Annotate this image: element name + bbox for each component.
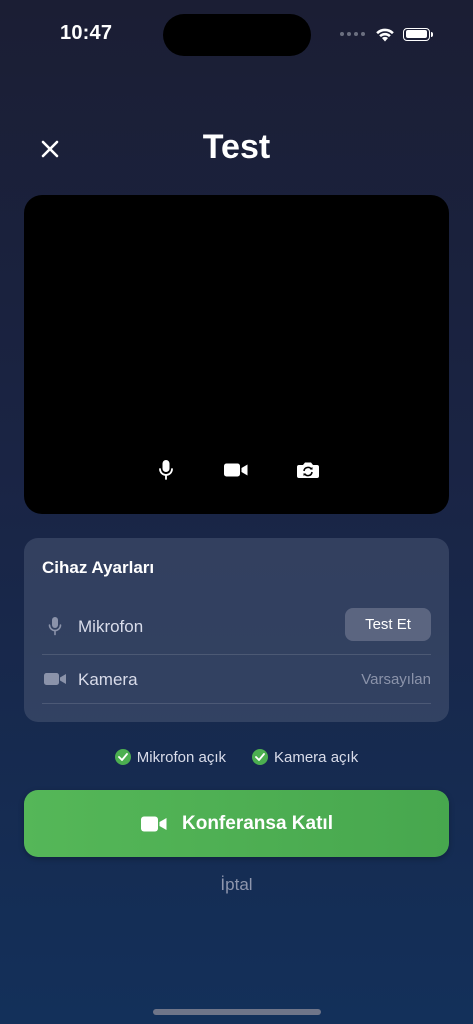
device-settings-card: Cihaz Ayarları Mikrofon Test Et Kamera V… — [24, 538, 449, 722]
home-indicator[interactable] — [153, 1009, 321, 1015]
video-camera-icon — [141, 816, 167, 831]
page-title: Test — [202, 128, 271, 166]
wifi-icon — [376, 28, 394, 41]
microphone-toggle-button[interactable] — [152, 458, 180, 482]
camera-row[interactable]: Kamera Varsayılan — [42, 655, 431, 703]
status-icons — [340, 22, 433, 46]
camera-toggle-button[interactable] — [222, 458, 250, 482]
camera-label: Kamera — [78, 670, 138, 689]
join-conference-button[interactable]: Konferansa Katıl — [24, 790, 449, 857]
device-status: Mikrofon açık Kamera açık — [0, 746, 473, 768]
signal-icon — [340, 32, 365, 36]
status-time: 10:47 — [60, 22, 113, 44]
battery-icon — [403, 27, 433, 41]
status-bar: 10:47 — [0, 0, 473, 60]
check-icon — [252, 749, 268, 765]
test-microphone-button[interactable]: Test Et — [345, 608, 431, 641]
cancel-button[interactable]: İptal — [0, 875, 473, 895]
preview-controls — [0, 458, 473, 482]
device-settings-title: Cihaz Ayarları — [42, 558, 155, 577]
microphone-icon — [42, 614, 68, 638]
switch-camera-button[interactable] — [294, 458, 322, 482]
dynamic-island — [163, 14, 311, 56]
camera-value: Varsayılan — [361, 671, 431, 688]
microphone-row: Mikrofon Test Et — [42, 602, 431, 650]
video-camera-icon — [224, 463, 248, 477]
divider — [42, 703, 431, 704]
camera-status: Kamera açık — [252, 746, 358, 768]
video-camera-icon — [42, 667, 68, 691]
camera-switch-icon — [297, 462, 319, 478]
microphone-status-text: Mikrofon açık — [136, 748, 226, 766]
check-icon — [114, 749, 131, 765]
camera-status-text: Kamera açık — [274, 748, 359, 766]
join-conference-label: Konferansa Katıl — [182, 812, 333, 834]
microphone-status: Mikrofon açık — [114, 746, 226, 768]
microphone-label: Mikrofon — [78, 617, 144, 636]
microphone-icon — [159, 460, 173, 480]
